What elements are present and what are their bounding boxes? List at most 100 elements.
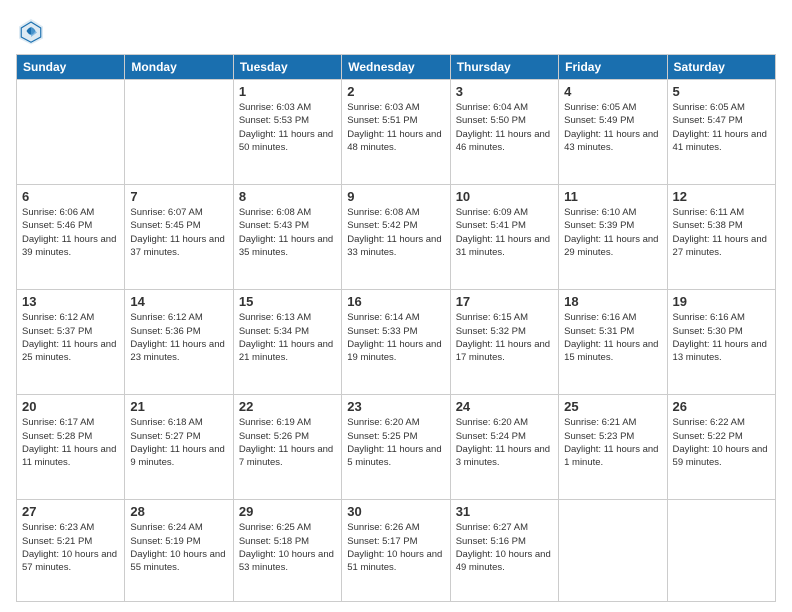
calendar-cell: 11 Sunrise: 6:10 AM Sunset: 5:39 PM Dayli… bbox=[559, 185, 667, 290]
calendar-cell bbox=[559, 500, 667, 602]
day-number: 19 bbox=[673, 294, 770, 309]
calendar-cell bbox=[667, 500, 775, 602]
calendar-cell: 19 Sunrise: 6:16 AM Sunset: 5:30 PM Dayli… bbox=[667, 290, 775, 395]
day-info: Sunrise: 6:25 AM Sunset: 5:18 PM Dayligh… bbox=[239, 521, 336, 574]
day-number: 21 bbox=[130, 399, 227, 414]
calendar-cell: 26Sunrise: 6:22 AM Sunset: 5:22 PM Dayli… bbox=[667, 395, 775, 500]
calendar-week-row: 13 Sunrise: 6:12 AM Sunset: 5:37 PM Dayli… bbox=[17, 290, 776, 395]
day-number: 8 bbox=[239, 189, 336, 204]
day-info: Sunrise: 6:13 AM Sunset: 5:34 PM Dayligh… bbox=[239, 311, 336, 364]
logo bbox=[16, 16, 50, 46]
calendar-cell: 12 Sunrise: 6:11 AM Sunset: 5:38 PM Dayli… bbox=[667, 185, 775, 290]
day-number: 17 bbox=[456, 294, 553, 309]
calendar-week-row: 20 Sunrise: 6:17 AM Sunset: 5:28 PM Dayli… bbox=[17, 395, 776, 500]
calendar-cell: 1 Sunrise: 6:03 AM Sunset: 5:53 PM Daylig… bbox=[233, 80, 341, 185]
calendar-cell: 30 Sunrise: 6:26 AM Sunset: 5:17 PM Dayli… bbox=[342, 500, 450, 602]
calendar-cell: 8 Sunrise: 6:08 AM Sunset: 5:43 PM Daylig… bbox=[233, 185, 341, 290]
day-info: Sunrise: 6:06 AM Sunset: 5:46 PM Dayligh… bbox=[22, 206, 119, 259]
day-info: Sunrise: 6:10 AM Sunset: 5:39 PM Dayligh… bbox=[564, 206, 661, 259]
day-info: Sunrise: 6:11 AM Sunset: 5:38 PM Dayligh… bbox=[673, 206, 770, 259]
calendar-cell: 13 Sunrise: 6:12 AM Sunset: 5:37 PM Dayli… bbox=[17, 290, 125, 395]
day-info: Sunrise: 6:18 AM Sunset: 5:27 PM Dayligh… bbox=[130, 416, 227, 469]
day-info: Sunrise: 6:27 AM Sunset: 5:16 PM Dayligh… bbox=[456, 521, 553, 574]
day-number: 6 bbox=[22, 189, 119, 204]
day-number: 1 bbox=[239, 84, 336, 99]
calendar-cell: 22 Sunrise: 6:19 AM Sunset: 5:26 PM Dayli… bbox=[233, 395, 341, 500]
day-number: 5 bbox=[673, 84, 770, 99]
weekday-header: Monday bbox=[125, 55, 233, 80]
calendar-cell: 10 Sunrise: 6:09 AM Sunset: 5:41 PM Dayli… bbox=[450, 185, 558, 290]
day-number: 23 bbox=[347, 399, 444, 414]
day-info: Sunrise: 6:05 AM Sunset: 5:49 PM Dayligh… bbox=[564, 101, 661, 154]
day-info: Sunrise: 6:05 AM Sunset: 5:47 PM Dayligh… bbox=[673, 101, 770, 154]
calendar-cell: 29 Sunrise: 6:25 AM Sunset: 5:18 PM Dayli… bbox=[233, 500, 341, 602]
calendar-cell: 18 Sunrise: 6:16 AM Sunset: 5:31 PM Dayli… bbox=[559, 290, 667, 395]
day-info: Sunrise: 6:23 AM Sunset: 5:21 PM Dayligh… bbox=[22, 521, 119, 574]
day-info: Sunrise: 6:19 AM Sunset: 5:26 PM Dayligh… bbox=[239, 416, 336, 469]
day-number: 14 bbox=[130, 294, 227, 309]
day-number: 31 bbox=[456, 504, 553, 519]
day-number: 18 bbox=[564, 294, 661, 309]
calendar-cell: 7 Sunrise: 6:07 AM Sunset: 5:45 PM Daylig… bbox=[125, 185, 233, 290]
day-info: Sunrise: 6:07 AM Sunset: 5:45 PM Dayligh… bbox=[130, 206, 227, 259]
header bbox=[16, 16, 776, 46]
calendar-cell: 2Sunrise: 6:03 AM Sunset: 5:51 PM Daylig… bbox=[342, 80, 450, 185]
page: SundayMondayTuesdayWednesdayThursdayFrid… bbox=[0, 0, 792, 612]
day-info: Sunrise: 6:24 AM Sunset: 5:19 PM Dayligh… bbox=[130, 521, 227, 574]
day-info: Sunrise: 6:03 AM Sunset: 5:53 PM Dayligh… bbox=[239, 101, 336, 154]
calendar-week-row: 6 Sunrise: 6:06 AM Sunset: 5:46 PM Daylig… bbox=[17, 185, 776, 290]
day-number: 30 bbox=[347, 504, 444, 519]
day-info: Sunrise: 6:26 AM Sunset: 5:17 PM Dayligh… bbox=[347, 521, 444, 574]
weekday-header: Thursday bbox=[450, 55, 558, 80]
calendar-cell: 5 Sunrise: 6:05 AM Sunset: 5:47 PM Daylig… bbox=[667, 80, 775, 185]
day-number: 20 bbox=[22, 399, 119, 414]
day-info: Sunrise: 6:09 AM Sunset: 5:41 PM Dayligh… bbox=[456, 206, 553, 259]
day-number: 4 bbox=[564, 84, 661, 99]
calendar-cell: 31 Sunrise: 6:27 AM Sunset: 5:16 PM Dayli… bbox=[450, 500, 558, 602]
day-info: Sunrise: 6:16 AM Sunset: 5:30 PM Dayligh… bbox=[673, 311, 770, 364]
day-number: 11 bbox=[564, 189, 661, 204]
day-number: 26 bbox=[673, 399, 770, 414]
weekday-header: Wednesday bbox=[342, 55, 450, 80]
day-info: Sunrise: 6:17 AM Sunset: 5:28 PM Dayligh… bbox=[22, 416, 119, 469]
calendar-week-row: 1 Sunrise: 6:03 AM Sunset: 5:53 PM Daylig… bbox=[17, 80, 776, 185]
calendar-cell: 6 Sunrise: 6:06 AM Sunset: 5:46 PM Daylig… bbox=[17, 185, 125, 290]
day-number: 15 bbox=[239, 294, 336, 309]
day-number: 3 bbox=[456, 84, 553, 99]
day-number: 29 bbox=[239, 504, 336, 519]
day-number: 13 bbox=[22, 294, 119, 309]
calendar-cell: 15 Sunrise: 6:13 AM Sunset: 5:34 PM Dayli… bbox=[233, 290, 341, 395]
calendar-cell: 3 Sunrise: 6:04 AM Sunset: 5:50 PM Daylig… bbox=[450, 80, 558, 185]
calendar-cell bbox=[17, 80, 125, 185]
day-number: 28 bbox=[130, 504, 227, 519]
day-info: Sunrise: 6:21 AM Sunset: 5:23 PM Dayligh… bbox=[564, 416, 661, 469]
calendar-cell: 28 Sunrise: 6:24 AM Sunset: 5:19 PM Dayli… bbox=[125, 500, 233, 602]
calendar-cell: 14 Sunrise: 6:12 AM Sunset: 5:36 PM Dayli… bbox=[125, 290, 233, 395]
day-number: 7 bbox=[130, 189, 227, 204]
logo-icon bbox=[16, 16, 46, 46]
day-number: 27 bbox=[22, 504, 119, 519]
day-info: Sunrise: 6:12 AM Sunset: 5:37 PM Dayligh… bbox=[22, 311, 119, 364]
day-info: Sunrise: 6:14 AM Sunset: 5:33 PM Dayligh… bbox=[347, 311, 444, 364]
day-number: 12 bbox=[673, 189, 770, 204]
day-number: 10 bbox=[456, 189, 553, 204]
calendar-cell: 16 Sunrise: 6:14 AM Sunset: 5:33 PM Dayli… bbox=[342, 290, 450, 395]
calendar-cell bbox=[125, 80, 233, 185]
calendar-cell: 21 Sunrise: 6:18 AM Sunset: 5:27 PM Dayli… bbox=[125, 395, 233, 500]
day-number: 9 bbox=[347, 189, 444, 204]
weekday-header: Friday bbox=[559, 55, 667, 80]
weekday-header: Saturday bbox=[667, 55, 775, 80]
day-number: 22 bbox=[239, 399, 336, 414]
weekday-header: Sunday bbox=[17, 55, 125, 80]
calendar-cell: 27 Sunrise: 6:23 AM Sunset: 5:21 PM Dayli… bbox=[17, 500, 125, 602]
day-number: 16 bbox=[347, 294, 444, 309]
day-info: Sunrise: 6:16 AM Sunset: 5:31 PM Dayligh… bbox=[564, 311, 661, 364]
day-info: Sunrise: 6:12 AM Sunset: 5:36 PM Dayligh… bbox=[130, 311, 227, 364]
weekday-header: Tuesday bbox=[233, 55, 341, 80]
day-info: Sunrise: 6:08 AM Sunset: 5:42 PM Dayligh… bbox=[347, 206, 444, 259]
day-info: Sunrise: 6:08 AM Sunset: 5:43 PM Dayligh… bbox=[239, 206, 336, 259]
day-info: Sunrise: 6:20 AM Sunset: 5:25 PM Dayligh… bbox=[347, 416, 444, 469]
calendar-cell: 23 Sunrise: 6:20 AM Sunset: 5:25 PM Dayli… bbox=[342, 395, 450, 500]
day-number: 2 bbox=[347, 84, 444, 99]
day-info: Sunrise: 6:04 AM Sunset: 5:50 PM Dayligh… bbox=[456, 101, 553, 154]
